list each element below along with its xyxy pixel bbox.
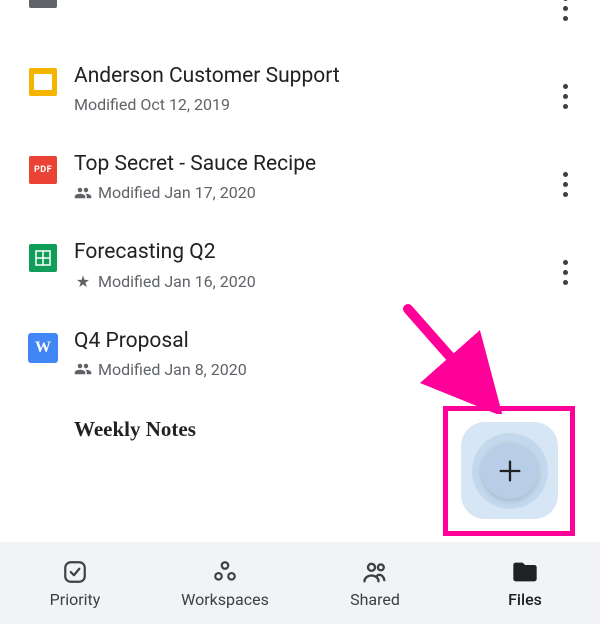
shared-icon xyxy=(74,184,92,202)
file-row[interactable]: Forecasting Q2 ★ Modified Jan 16, 2020 xyxy=(0,222,600,310)
nav-workspaces[interactable]: Workspaces xyxy=(150,542,300,624)
file-title: Q4 Proposal xyxy=(74,329,542,354)
file-modified: Modified Jan 8, 2020 xyxy=(98,360,247,379)
file-row[interactable]: W Q4 Proposal Modified Jan 8, 2020 xyxy=(0,311,600,399)
file-modified: Modified Nov 18, 2019 xyxy=(98,0,258,1)
file-title: Anderson Customer Support xyxy=(74,64,542,89)
more-options-button[interactable] xyxy=(553,78,577,114)
create-fab[interactable] xyxy=(456,417,563,524)
file-title: Top Secret - Sauce Recipe xyxy=(74,152,542,177)
file-row[interactable]: ★ Modified Nov 18, 2019 xyxy=(0,0,600,46)
plus-icon xyxy=(496,457,524,485)
file-modified: Modified Jan 17, 2020 xyxy=(98,183,256,202)
more-options-button[interactable] xyxy=(553,254,577,290)
shared-icon xyxy=(74,360,92,378)
star-icon: ★ xyxy=(74,272,92,290)
folder-icon xyxy=(511,558,539,586)
nav-label: Files xyxy=(508,590,542,609)
file-row[interactable]: Anderson Customer Support Modified Oct 1… xyxy=(0,46,600,134)
shared-icon xyxy=(361,558,389,586)
file-modified: Modified Jan 16, 2020 xyxy=(98,272,256,291)
pdf-icon: PDF xyxy=(29,156,57,184)
nav-shared[interactable]: Shared xyxy=(300,542,450,624)
word-icon: W xyxy=(28,333,58,363)
nav-files[interactable]: Files xyxy=(450,542,600,624)
nav-label: Workspaces xyxy=(181,590,269,609)
screen: ★ Modified Nov 18, 2019 Anderson Custome… xyxy=(0,0,600,624)
star-icon: ★ xyxy=(74,0,92,1)
priority-icon xyxy=(61,558,89,586)
file-title: Forecasting Q2 xyxy=(74,240,542,265)
workspaces-icon xyxy=(211,558,239,586)
more-options-button[interactable] xyxy=(553,0,577,26)
file-modified: Modified Oct 12, 2019 xyxy=(74,95,230,114)
file-type-icon xyxy=(29,0,57,8)
bottom-nav: Priority Workspaces Shared Files xyxy=(0,542,600,624)
more-options-button[interactable] xyxy=(553,166,577,202)
file-row[interactable]: PDF Top Secret - Sauce Recipe Modified J… xyxy=(0,134,600,222)
sheets-icon xyxy=(29,244,57,272)
nav-priority[interactable]: Priority xyxy=(0,542,150,624)
nav-label: Priority xyxy=(50,590,101,609)
nav-label: Shared xyxy=(350,590,400,609)
slides-icon xyxy=(29,68,57,96)
